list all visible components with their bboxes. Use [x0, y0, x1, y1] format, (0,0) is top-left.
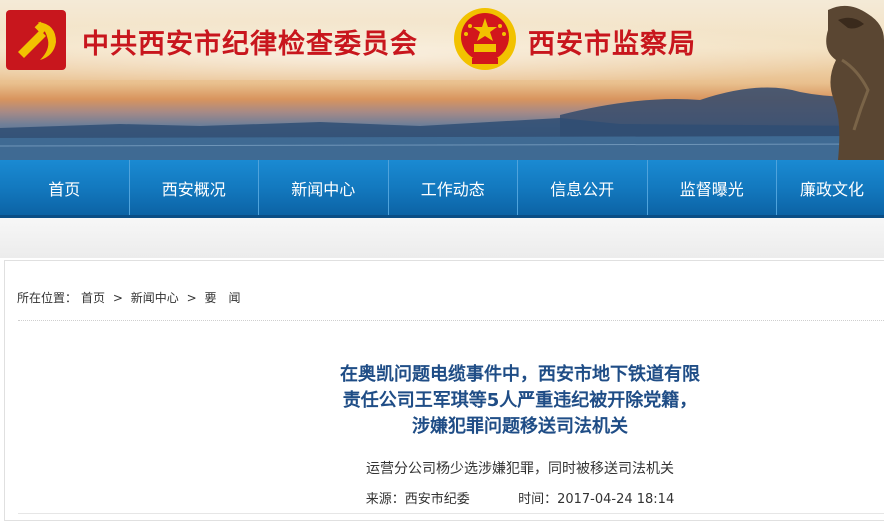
sub-band: [0, 218, 884, 258]
breadcrumb-prefix: 所在位置：: [17, 291, 78, 305]
nav-item-info-disclosure[interactable]: 信息公开: [518, 160, 648, 215]
article-title: 在奥凯问题电缆事件中，西安市地下铁道有限 责任公司王军琪等5人严重违纪被开除党籍…: [300, 362, 740, 440]
source-label: 来源：: [365, 492, 405, 507]
article-time: 2017-04-24 18:14: [557, 492, 675, 507]
terracotta-horse-image: [826, 5, 884, 160]
header-banner: 中共西安市纪律检查委员会 西安市监察局: [0, 0, 884, 160]
article-source: 西安市纪委: [404, 492, 470, 507]
nav-item-supervision-exposure[interactable]: 监督曝光: [648, 160, 777, 215]
breadcrumb-headlines-link[interactable]: 要 闻: [204, 291, 240, 305]
breadcrumb-divider: [18, 320, 884, 321]
header-title-bureau: 西安市监察局: [528, 29, 696, 60]
nav-item-home[interactable]: 首页: [0, 160, 130, 215]
article-title-line: 责任公司王军琪等5人严重违纪被开除党籍，: [342, 390, 698, 411]
national-emblem-icon: [454, 8, 516, 70]
nav-item-work-updates[interactable]: 工作动态: [389, 160, 518, 215]
breadcrumb: 所在位置： 首页 > 新闻中心 > 要 闻: [17, 289, 245, 306]
article-title-line: 在奥凯问题电缆事件中，西安市地下铁道有限: [340, 364, 700, 385]
breadcrumb-separator: >: [112, 291, 123, 305]
nav-item-integrity-culture[interactable]: 廉政文化: [777, 160, 884, 215]
nav-item-news-center[interactable]: 新闻中心: [259, 160, 389, 215]
main-nav: 首页 西安概况 新闻中心 工作动态 信息公开 监督曝光 廉政文化: [0, 160, 884, 218]
nav-item-xian-overview[interactable]: 西安概况: [130, 160, 259, 215]
article-meta: 来源：西安市纪委 时间：2017-04-24 18:14: [300, 488, 740, 507]
time-label: 时间：: [518, 492, 558, 507]
header-title-cpc: 中共西安市纪律检查委员会: [82, 29, 418, 60]
article-title-line: 涉嫌犯罪问题移送司法机关: [412, 416, 628, 437]
breadcrumb-separator: >: [186, 291, 197, 305]
article-subtitle: 运营分公司杨少选涉嫌犯罪，同时被移送司法机关: [366, 461, 674, 477]
breadcrumb-home-link[interactable]: 首页: [81, 291, 105, 305]
party-emblem-icon: [6, 10, 66, 70]
content-bottom-divider: [18, 513, 884, 514]
breadcrumb-news-center-link[interactable]: 新闻中心: [131, 291, 179, 305]
